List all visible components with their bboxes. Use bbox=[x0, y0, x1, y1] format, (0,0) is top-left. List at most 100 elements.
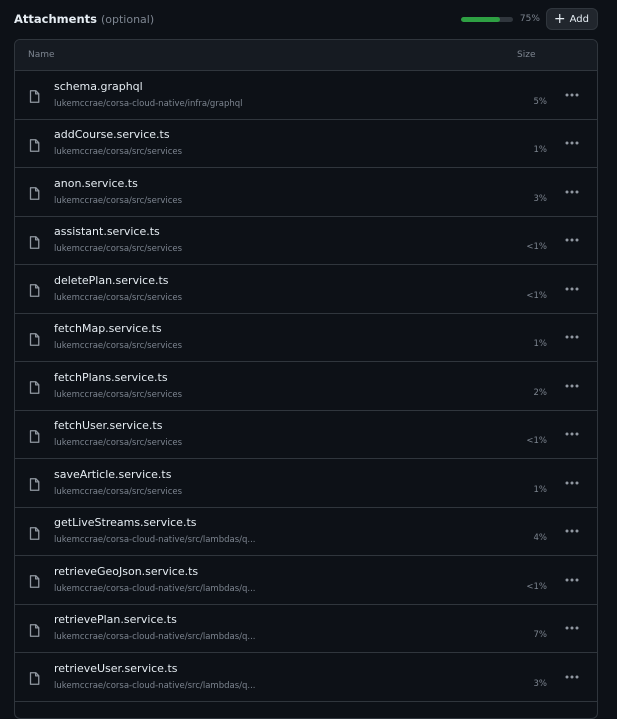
file-path: lukemccrae/corsa/src/services bbox=[54, 340, 487, 352]
section-title: Attachments bbox=[14, 12, 97, 26]
file-size: 4% bbox=[487, 533, 547, 543]
table-row[interactable]: addCourse.service.ts lukemccrae/corsa/sr… bbox=[15, 120, 597, 169]
file-icon bbox=[29, 379, 40, 392]
file-name: fetchMap.service.ts bbox=[54, 322, 487, 336]
file-meta: anon.service.ts lukemccrae/corsa/src/ser… bbox=[54, 177, 487, 207]
file-icon bbox=[29, 428, 40, 441]
optional-label: (optional) bbox=[101, 13, 154, 26]
file-name: getLiveStreams.service.ts bbox=[54, 516, 487, 530]
file-path: lukemccrae/corsa-cloud-native/infra/grap… bbox=[54, 98, 487, 110]
file-name: saveArticle.service.ts bbox=[54, 468, 487, 482]
file-path: lukemccrae/corsa/src/services bbox=[54, 243, 487, 255]
file-size: 1% bbox=[487, 339, 547, 349]
attachments-table: Name Size schema.graphql lukemccrae/cors… bbox=[14, 39, 598, 719]
kebab-horizontal-icon[interactable] bbox=[547, 141, 597, 145]
file-name: assistant.service.ts bbox=[54, 225, 487, 239]
column-header-name: Name bbox=[15, 50, 517, 60]
file-meta: retrieveGeoJson.service.ts lukemccrae/co… bbox=[54, 565, 487, 595]
table-row[interactable]: deletePlan.service.ts lukemccrae/corsa/s… bbox=[15, 265, 597, 314]
table-row[interactable]: assistant.service.ts lukemccrae/corsa/sr… bbox=[15, 217, 597, 266]
file-meta: deletePlan.service.ts lukemccrae/corsa/s… bbox=[54, 274, 487, 304]
table-header: Name Size bbox=[15, 40, 597, 71]
file-icon bbox=[29, 670, 40, 683]
file-meta: getLiveStreams.service.ts lukemccrae/cor… bbox=[54, 516, 487, 546]
file-icon bbox=[29, 476, 40, 489]
kebab-horizontal-icon[interactable] bbox=[547, 335, 597, 339]
table-row[interactable]: retrieveUser.service.ts lukemccrae/corsa… bbox=[15, 653, 597, 702]
file-name: fetchUser.service.ts bbox=[54, 419, 487, 433]
file-meta: schema.graphql lukemccrae/corsa-cloud-na… bbox=[54, 80, 487, 110]
file-size: <1% bbox=[487, 242, 547, 252]
file-icon bbox=[29, 88, 40, 101]
file-name: deletePlan.service.ts bbox=[54, 274, 487, 288]
file-size: <1% bbox=[487, 436, 547, 446]
file-path: lukemccrae/corsa-cloud-native/src/lambda… bbox=[54, 534, 487, 546]
file-name: retrieveUser.service.ts bbox=[54, 662, 487, 676]
file-name: schema.graphql bbox=[54, 80, 487, 94]
file-path: lukemccrae/corsa-cloud-native/src/lambda… bbox=[54, 583, 487, 595]
file-meta: fetchMap.service.ts lukemccrae/corsa/src… bbox=[54, 322, 487, 352]
table-row[interactable]: getLiveStreams.service.ts lukemccrae/cor… bbox=[15, 508, 597, 557]
table-row[interactable]: fetchUser.service.ts lukemccrae/corsa/sr… bbox=[15, 411, 597, 460]
table-row[interactable]: retrieveGeoJson.service.ts lukemccrae/co… bbox=[15, 556, 597, 605]
usage-progress-fill bbox=[461, 17, 500, 22]
file-path: lukemccrae/corsa/src/services bbox=[54, 292, 487, 304]
file-meta: addCourse.service.ts lukemccrae/corsa/sr… bbox=[54, 128, 487, 158]
file-name: retrievePlan.service.ts bbox=[54, 613, 487, 627]
file-size: <1% bbox=[487, 582, 547, 592]
kebab-horizontal-icon[interactable] bbox=[547, 626, 597, 630]
add-attachment-button[interactable]: + Add bbox=[546, 8, 598, 30]
table-row[interactable]: saveArticle.service.ts lukemccrae/corsa/… bbox=[15, 459, 597, 508]
kebab-horizontal-icon[interactable] bbox=[547, 190, 597, 194]
file-path: lukemccrae/corsa-cloud-native/src/lambda… bbox=[54, 680, 487, 692]
file-name: retrieveGeoJson.service.ts bbox=[54, 565, 487, 579]
file-path: lukemccrae/corsa/src/services bbox=[54, 486, 487, 498]
table-row[interactable]: retrievePlan.service.ts lukemccrae/corsa… bbox=[15, 605, 597, 654]
kebab-horizontal-icon[interactable] bbox=[547, 432, 597, 436]
kebab-horizontal-icon[interactable] bbox=[547, 675, 597, 679]
table-row[interactable]: fetchMap.service.ts lukemccrae/corsa/src… bbox=[15, 314, 597, 363]
file-icon bbox=[29, 622, 40, 635]
file-name: addCourse.service.ts bbox=[54, 128, 487, 142]
kebab-horizontal-icon[interactable] bbox=[547, 93, 597, 97]
file-size: 1% bbox=[487, 485, 547, 495]
kebab-horizontal-icon[interactable] bbox=[547, 238, 597, 242]
file-path: lukemccrae/corsa-cloud-native/src/lambda… bbox=[54, 631, 487, 643]
usage-progress-bar bbox=[461, 17, 513, 22]
file-icon bbox=[29, 573, 40, 586]
table-body: schema.graphql lukemccrae/corsa-cloud-na… bbox=[15, 71, 597, 719]
file-icon bbox=[29, 234, 40, 247]
file-size: 7% bbox=[487, 630, 547, 640]
file-size: 3% bbox=[487, 194, 547, 204]
file-meta: fetchUser.service.ts lukemccrae/corsa/sr… bbox=[54, 419, 487, 449]
column-header-size: Size bbox=[517, 50, 597, 60]
attachments-header: Attachments (optional) 75% + Add bbox=[14, 7, 598, 31]
kebab-horizontal-icon[interactable] bbox=[547, 384, 597, 388]
table-row[interactable]: fetchPlans.service.ts lukemccrae/corsa/s… bbox=[15, 362, 597, 411]
file-icon bbox=[29, 331, 40, 344]
file-name: fetchPlans.service.ts bbox=[54, 371, 487, 385]
file-meta: retrievePlan.service.ts lukemccrae/corsa… bbox=[54, 613, 487, 643]
kebab-horizontal-icon[interactable] bbox=[547, 287, 597, 291]
file-path: lukemccrae/corsa/src/services bbox=[54, 389, 487, 401]
usage-percent: 75% bbox=[520, 14, 540, 24]
file-path: lukemccrae/corsa/src/services bbox=[54, 146, 487, 158]
file-size: 5% bbox=[487, 97, 547, 107]
file-icon bbox=[29, 282, 40, 295]
file-meta: fetchPlans.service.ts lukemccrae/corsa/s… bbox=[54, 371, 487, 401]
kebab-horizontal-icon[interactable] bbox=[547, 578, 597, 582]
table-row[interactable]: anon.service.ts lukemccrae/corsa/src/ser… bbox=[15, 168, 597, 217]
plus-icon: + bbox=[554, 14, 566, 24]
kebab-horizontal-icon[interactable] bbox=[547, 481, 597, 485]
file-path: lukemccrae/corsa/src/services bbox=[54, 437, 487, 449]
file-size: 2% bbox=[487, 388, 547, 398]
table-row[interactable]: schema.graphql lukemccrae/corsa-cloud-na… bbox=[15, 71, 597, 120]
file-icon bbox=[29, 137, 40, 150]
table-row[interactable] bbox=[15, 702, 597, 719]
file-meta: retrieveUser.service.ts lukemccrae/corsa… bbox=[54, 662, 487, 692]
file-size: 3% bbox=[487, 679, 547, 689]
file-path: lukemccrae/corsa/src/services bbox=[54, 195, 487, 207]
kebab-horizontal-icon[interactable] bbox=[547, 529, 597, 533]
file-meta: assistant.service.ts lukemccrae/corsa/sr… bbox=[54, 225, 487, 255]
file-icon bbox=[29, 185, 40, 198]
